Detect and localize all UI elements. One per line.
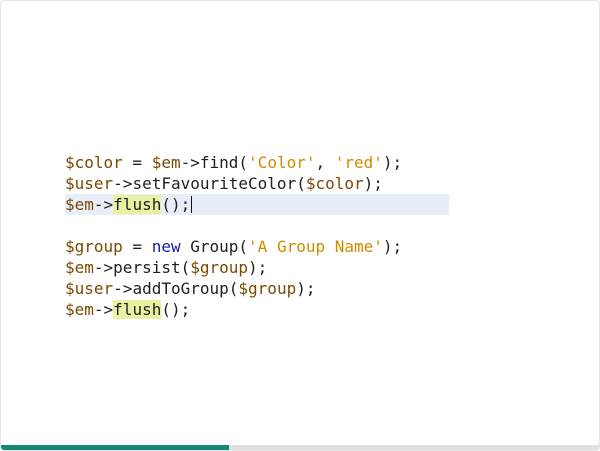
string-token: 'A Group Name' xyxy=(248,237,383,256)
method-call-token: ->persist( xyxy=(93,258,191,277)
code-line: $user->addToGroup($group); xyxy=(65,278,449,299)
progress-bar-track xyxy=(1,445,599,450)
code-editor[interactable]: $color = $em->find('Color', 'red'); $use… xyxy=(65,152,449,320)
variable-token: $group xyxy=(65,237,123,256)
text-cursor xyxy=(191,196,193,213)
variable-token: $em xyxy=(65,300,94,319)
variable-token: $user xyxy=(65,279,114,298)
method-call-token: ->addToGroup( xyxy=(113,279,239,298)
variable-token: $user xyxy=(65,174,114,193)
string-token: 'red' xyxy=(334,153,383,172)
progress-bar-fill xyxy=(1,445,229,450)
variable-token: $em xyxy=(65,258,94,277)
highlighted-method-token: flush xyxy=(113,300,162,319)
variable-token: $group xyxy=(238,279,297,298)
variable-token: $group xyxy=(190,258,249,277)
punctuation-token: (); xyxy=(161,300,191,319)
arrow-token: -> xyxy=(93,195,114,214)
punctuation-token: ); xyxy=(382,237,403,256)
code-line: $user->setFavouriteColor($color); xyxy=(65,173,449,194)
method-call-token: ->find( xyxy=(180,153,249,172)
variable-token: $color xyxy=(305,174,364,193)
method-call-token: ->setFavouriteColor( xyxy=(113,174,306,193)
highlighted-method-token: flush xyxy=(113,195,162,214)
keyword-token: new xyxy=(151,237,181,256)
operator-token: = xyxy=(122,237,152,256)
punctuation-token: (); xyxy=(161,195,191,214)
code-line: $em->flush(); xyxy=(65,299,449,320)
punctuation-token: ); xyxy=(382,153,403,172)
punctuation-token: ); xyxy=(363,174,383,193)
punctuation-token: , xyxy=(315,153,335,172)
punctuation-token: ); xyxy=(248,258,268,277)
slide-frame: $color = $em->find('Color', 'red'); $use… xyxy=(0,0,600,451)
variable-token: $em xyxy=(65,195,94,214)
code-line-active: $em->flush(); xyxy=(65,194,449,215)
arrow-token: -> xyxy=(93,300,114,319)
variable-token: $color xyxy=(65,153,123,172)
string-token: 'Color' xyxy=(248,153,316,172)
code-line: $color = $em->find('Color', 'red'); xyxy=(65,152,449,173)
code-line: $group = new Group('A Group Name'); xyxy=(65,236,449,257)
variable-token: $em xyxy=(151,153,181,172)
code-line: $em->persist($group); xyxy=(65,257,449,278)
operator-token: = xyxy=(122,153,152,172)
punctuation-token: ); xyxy=(296,279,316,298)
class-call-token: Group( xyxy=(180,237,249,256)
